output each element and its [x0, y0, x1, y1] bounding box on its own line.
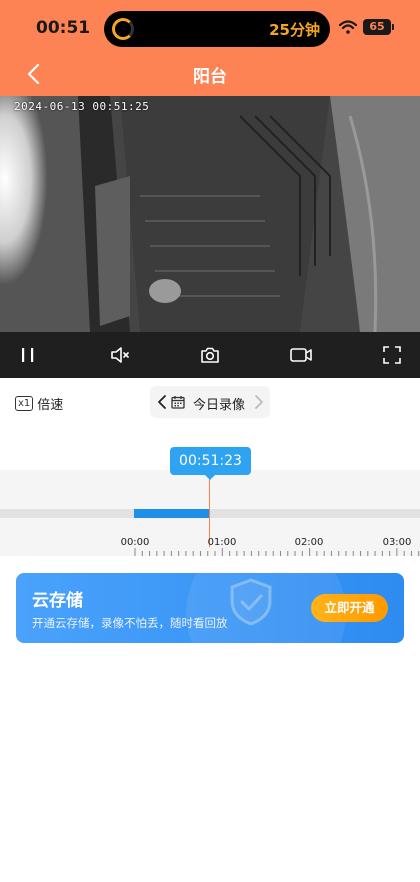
- battery-indicator: 65: [363, 19, 394, 35]
- island-timer-text: 25分钟: [269, 21, 320, 39]
- current-time-bubble: 00:51:23: [170, 447, 251, 480]
- player-controls: [0, 332, 420, 378]
- tick-label: 02:00: [294, 537, 324, 548]
- timeline-track[interactable]: [0, 509, 420, 518]
- tick-label: 01:00: [207, 537, 237, 548]
- camera-icon[interactable]: [198, 343, 222, 367]
- chevron-left-icon[interactable]: [156, 394, 168, 410]
- video-player[interactable]: 2024-06-13 00:51:25: [0, 96, 420, 332]
- tick-label: 03:00: [382, 537, 412, 548]
- chevron-right-icon[interactable]: [253, 394, 265, 410]
- mute-icon[interactable]: [108, 343, 132, 367]
- timer-ring-icon: [112, 18, 134, 40]
- date-selector: 今日录像: [150, 386, 270, 418]
- dynamic-island[interactable]: 25分钟: [104, 11, 330, 47]
- playback-speed[interactable]: x1 倍速: [15, 394, 63, 413]
- speed-label: 倍速: [37, 398, 64, 413]
- pause-icon[interactable]: [16, 343, 40, 367]
- video-frame: [0, 96, 420, 332]
- shield-icon: [230, 578, 272, 626]
- activate-cloud-button[interactable]: 立即开通: [311, 594, 388, 622]
- fullscreen-icon[interactable]: [380, 343, 404, 367]
- recorded-segment[interactable]: [134, 509, 209, 518]
- page-title: 阳台: [193, 67, 227, 87]
- cloud-subtitle: 开通云存储，录像不怕丢，随时看回放: [32, 616, 228, 630]
- video-record-icon[interactable]: [289, 343, 313, 367]
- status-time: 00:51: [36, 18, 91, 38]
- video-timestamp: 2024-06-13 00:51:25: [14, 100, 150, 113]
- speed-badge: x1: [15, 396, 34, 411]
- tick-label: 00:00: [120, 537, 150, 548]
- calendar-icon: [171, 396, 185, 409]
- timeline-ruler: [134, 548, 420, 556]
- header: 00:51 25分钟 65 阳台: [0, 0, 420, 96]
- cloud-title: 云存储: [32, 591, 83, 611]
- date-label[interactable]: 今日录像: [193, 394, 245, 413]
- wifi-icon: [339, 20, 357, 34]
- cloud-storage-banner[interactable]: 云存储 开通云存储，录像不怕丢，随时看回放 立即开通: [16, 573, 404, 643]
